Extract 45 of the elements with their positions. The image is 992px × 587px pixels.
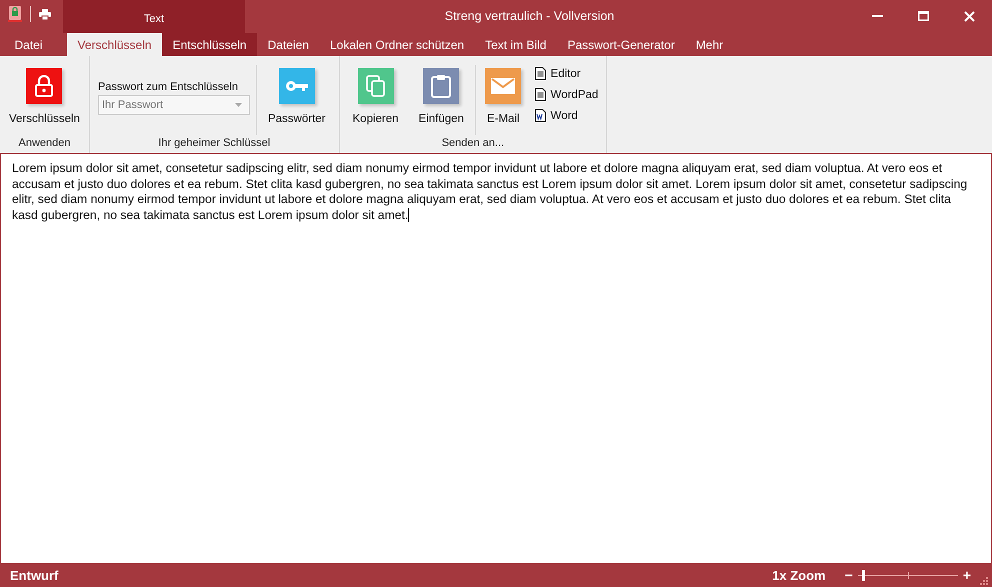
status-text: Entwurf [10,568,60,582]
zoom-in-button[interactable]: + [960,567,974,583]
app-icon[interactable] [8,6,22,22]
ribbon-button[interactable]: Verschlüsseln [4,59,85,125]
word-document-icon [534,109,546,122]
ribbon-button[interactable]: Passwörter [258,59,334,125]
text-editor[interactable] [1,154,991,563]
ribbon-tab[interactable]: Entschlüsseln [162,33,258,56]
password-label: Passwort zum Entschlüsseln [98,81,239,93]
ribbon-tab[interactable]: Lokalen Ordner schützen [319,33,475,56]
dropdown-arrow-icon [234,103,242,107]
group-label: Ihr geheimer Schlüssel [157,137,272,151]
minimize-icon [872,15,882,17]
close-icon [964,10,974,22]
zoom-slider[interactable] [858,570,958,580]
zoom-label: 1x Zoom [772,568,826,582]
envelope-icon [485,68,522,104]
window-title: Streng vertraulich - Vollversion [444,8,616,25]
ribbon-tab[interactable]: Text im Bild [474,33,557,56]
clipboard-icon [423,68,460,104]
zoom-out-button[interactable]: − [842,567,856,583]
key-icon [278,68,315,104]
document-icon [534,67,546,80]
ribbon-tab[interactable]: Passwort-Generator [556,33,686,56]
resize-grip-icon[interactable] [980,577,988,585]
ribbon-tab[interactable]: Mehr [685,33,734,56]
zoom-slider-thumb[interactable] [862,570,865,580]
ribbon-tab[interactable]: Verschlüsseln [67,33,162,56]
ribbon-tab[interactable]: Dateien [257,33,320,56]
ribbon-button[interactable]: Einfügen [410,59,473,125]
maximize-icon [918,11,928,21]
ribbon-button[interactable]: E-Mail [478,59,529,125]
document-icon [534,88,546,101]
ribbon-tab[interactable]: Datei [4,33,54,56]
send-to-button[interactable]: WordPad [530,84,602,105]
lock-icon [26,68,62,104]
group-label: Anwenden [17,137,72,151]
send-to-button[interactable]: Word [530,105,602,126]
group-label: Senden an... [440,137,506,151]
ribbon-button[interactable]: Kopieren [344,59,408,125]
send-to-button[interactable]: Editor [530,63,602,84]
print-icon[interactable] [39,8,51,20]
copy-icon [358,68,394,104]
editor-text: Lorem ipsum dolor sit amet, consetetur sadipscing elitr, sed diam nonumy eirmod tempor invidunt ut labore et dolore magna aliquyam erat, sed diam voluptua. At vero eos et accusam et justo duo dolores et ea rebum. Stet clita kasd gubergren, no sea takimata sanctus est Lorem ipsum dolor sit amet. Lorem ipsum dolor sit amet, consetetur sadipscing elitr, sed diam nonumy eirmod tempor invidunt ut labore et dolore magna aliquyam erat, sed diam voluptua. At vero eos et accusam et justo duo dolores et ea rebum. Stet clita kasd gubergren, no sea takimata sanctus est Lorem ipsum dolor sit amet. [11,160,968,224]
context-tab-label: Text [144,13,164,25]
